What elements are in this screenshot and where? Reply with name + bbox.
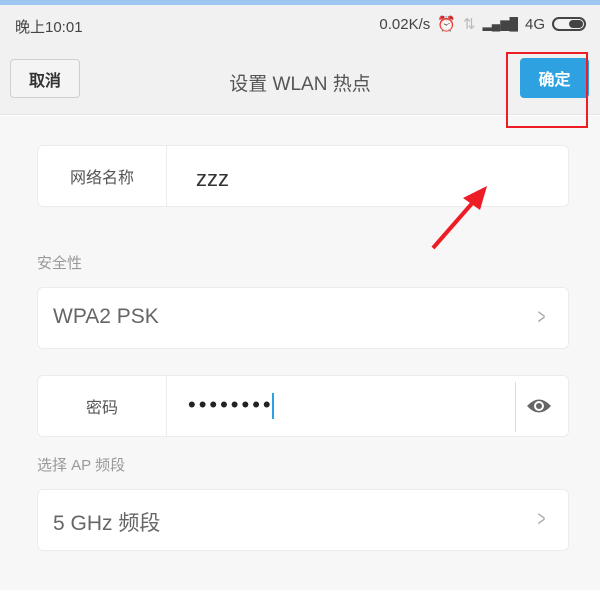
- annotation-arrow-icon: [431, 186, 487, 250]
